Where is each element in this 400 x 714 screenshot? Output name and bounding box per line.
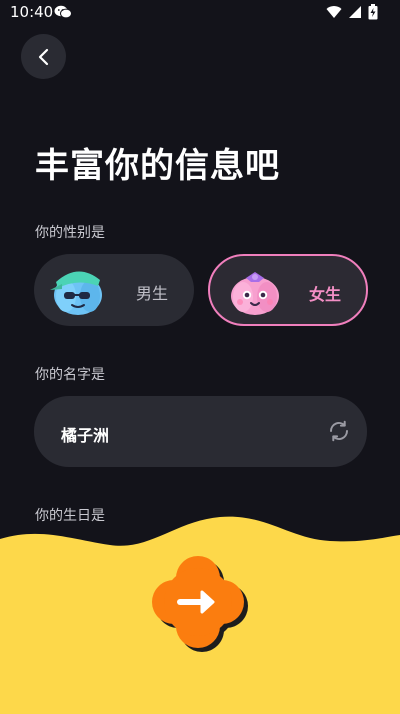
status-icons [326, 4, 378, 20]
battery-icon [368, 4, 378, 20]
refresh-icon[interactable] [327, 419, 351, 443]
status-bar: 10:40 [0, 0, 400, 24]
chevron-left-icon [38, 48, 48, 65]
boy-avatar-icon [50, 271, 102, 315]
gender-option-male[interactable]: 男生 [34, 254, 194, 326]
wifi-icon [326, 6, 342, 19]
gender-label-female: 女生 [309, 285, 342, 304]
gender-label-male: 男生 [136, 284, 169, 303]
status-time: 10:40 [10, 3, 54, 21]
gender-label: 你的性别是 [35, 225, 105, 241]
name-field[interactable]: 橘子洲 [34, 396, 367, 467]
next-button[interactable] [152, 556, 250, 654]
wechat-icon [54, 5, 72, 19]
page-title: 丰富你的信息吧 [35, 146, 280, 186]
name-label: 你的名字是 [35, 367, 105, 383]
gender-option-female[interactable]: 女生 [208, 254, 368, 326]
back-button[interactable] [21, 34, 66, 79]
girl-avatar-icon [231, 272, 279, 315]
name-value: 橘子洲 [61, 426, 110, 445]
signal-icon [349, 6, 361, 18]
